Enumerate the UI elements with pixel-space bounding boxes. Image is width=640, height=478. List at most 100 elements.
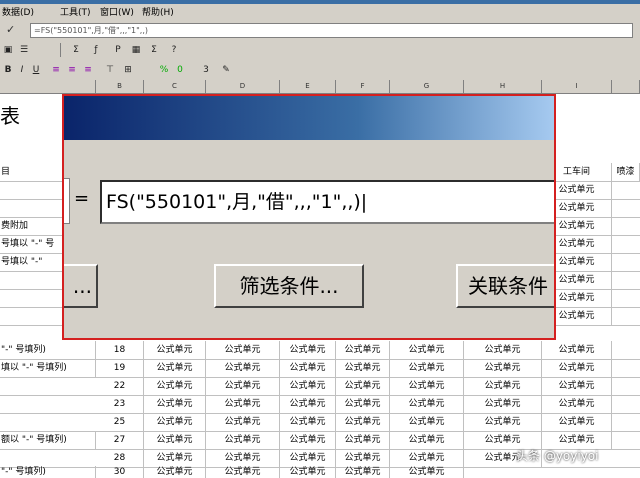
formula-input[interactable]: FS("550101",月,"借",,,"1",,)| [100,180,554,224]
bold-button[interactable]: B [2,63,14,77]
column-header[interactable]: D [206,80,280,93]
formula-cell[interactable]: 公式单元 [280,359,336,377]
column-header[interactable]: G [390,80,464,93]
formula-cell[interactable]: 公式单元 [206,377,280,395]
formula-cell[interactable]: 公式单元 [336,359,390,377]
formula-cell[interactable]: 公式单元 [280,395,336,413]
formula-cell[interactable]: 公式单元 [336,395,390,413]
format-painter-icon[interactable]: ✎ [220,63,232,77]
column-header[interactable]: I [542,80,612,93]
table-row[interactable]: 22 公式单元 公式单元 公式单元 公式单元 公式单元 公式单元 公式单元 [0,377,640,396]
row-number: 19 [96,359,144,377]
menu-window[interactable]: 窗口(W) [100,5,134,18]
column-header[interactable]: B [96,80,144,93]
menu-data[interactable]: 数据(D) [2,5,34,18]
formula-cell[interactable]: 公式单元 [542,413,612,431]
formula-cell[interactable]: 公式单元 [144,449,206,467]
formula-cell[interactable]: 公式单元 [144,341,206,359]
formula-cell[interactable]: 公式单元 [144,359,206,377]
formula-cell[interactable]: 公式单元 [206,431,280,449]
formula-cell[interactable]: 公式单元 [336,413,390,431]
help-pointer-icon[interactable]: ? [168,43,180,57]
dialog-title-bar[interactable] [64,96,554,140]
formula-cell[interactable]: 公式单元 [144,431,206,449]
formula-cell[interactable]: 公式单元 [390,466,464,478]
formula-cell[interactable]: 公式单元 [336,377,390,395]
formula-cell[interactable]: 公式单元 [336,341,390,359]
formula-field[interactable]: =FS("550101",月,"借",,,"1",,) [30,23,633,38]
sheet-title: 表 [0,104,20,128]
toolbar-sum-button[interactable]: Σ [70,43,82,57]
formula-cell[interactable]: 公式单元 [206,466,280,478]
formula-cell[interactable]: 公式单元 [280,431,336,449]
formula-cell[interactable]: 公式单元 [144,395,206,413]
formula-cell[interactable]: 公式单元 [390,359,464,377]
toolbar-sigma-button[interactable]: Σ [148,43,160,57]
table-row[interactable]: 25 公式单元 公式单元 公式单元 公式单元 公式单元 公式单元 公式单元 [0,413,640,432]
formula-cell[interactable]: 公式单元 [280,466,336,478]
formula-cell[interactable]: 公式单元 [542,377,612,395]
toolbar-text-icon[interactable]: ☰ [18,43,30,57]
column-header[interactable]: H [464,80,542,93]
table-row[interactable]: "-" 号填列) 18 公式单元 公式单元 公式单元 公式单元 公式单元 公式单… [0,341,640,360]
formula-cell[interactable]: 公式单元 [464,377,542,395]
formula-cell[interactable]: 公式单元 [464,395,542,413]
header-cell[interactable]: 喷漆 [612,163,640,181]
merge-cells-icon[interactable]: ⊤ [104,63,116,77]
column-header-a[interactable] [0,80,96,93]
formula-cell[interactable]: 公式单元 [144,466,206,478]
formula-cell[interactable]: 公式单元 [280,341,336,359]
toolbar-sheet-icon[interactable]: ▣ [2,43,14,57]
formula-cell[interactable]: 公式单元 [206,341,280,359]
formula-cell[interactable]: 公式单元 [390,395,464,413]
align-center-icon[interactable]: ≡ [66,63,78,77]
percent-button[interactable]: % [158,63,170,77]
formula-cell[interactable]: 公式单元 [542,359,612,377]
column-header[interactable]: F [336,80,390,93]
formula-cell[interactable]: 公式单元 [390,413,464,431]
formula-cell[interactable]: 公式单元 [144,413,206,431]
formula-cell[interactable]: 公式单元 [390,431,464,449]
formula-cell[interactable]: 公式单元 [464,341,542,359]
formula-cell[interactable]: 公式单元 [206,395,280,413]
formula-cell[interactable]: 公式单元 [390,341,464,359]
border-icon[interactable]: ⊞ [122,63,134,77]
formula-cell[interactable]: 公式单元 [542,395,612,413]
table-row[interactable]: 23 公式单元 公式单元 公式单元 公式单元 公式单元 公式单元 公式单元 [0,395,640,414]
align-left-icon[interactable]: ≡ [50,63,62,77]
formula-cell[interactable]: 公式单元 [206,449,280,467]
column-header[interactable]: E [280,80,336,93]
formula-cell[interactable]: 公式单元 [542,341,612,359]
formula-cell[interactable]: 公式单元 [464,359,542,377]
decrease-decimal-button[interactable]: 3 [200,63,212,77]
ellipsis-button[interactable]: ... [64,264,98,308]
relation-conditions-button[interactable]: 关联条件 [456,264,554,308]
align-right-icon[interactable]: ≡ [82,63,94,77]
formula-cell[interactable]: 公式单元 [280,377,336,395]
table-row[interactable]: 填以 "-" 号填列) 19 公式单元 公式单元 公式单元 公式单元 公式单元 … [0,359,640,378]
menu-help[interactable]: 帮助(H) [142,5,174,18]
menu-tools[interactable]: 工具(T) [60,5,91,18]
italic-button[interactable]: I [16,63,28,77]
toolbar-function-button[interactable]: ƒ [90,43,102,57]
formula-cell[interactable]: 公式单元 [280,413,336,431]
table-row[interactable]: "-" 号填列) 30 公式单元 公式单元 公式单元 公式单元 公式单元 [0,466,640,478]
formula-cell[interactable]: 公式单元 [206,413,280,431]
formula-cell[interactable]: 公式单元 [390,377,464,395]
column-header[interactable]: C [144,80,206,93]
formula-cell[interactable]: 公式单元 [144,377,206,395]
toolbar-chart-icon[interactable]: ▦ [130,43,142,57]
formula-cell[interactable]: 公式单元 [390,449,464,467]
underline-button[interactable]: U [30,63,42,77]
formula-cell[interactable]: 公式单元 [336,466,390,478]
decimal-button[interactable]: 0 [174,63,186,77]
toolbar-print-button[interactable]: P [112,43,124,57]
formula-cell[interactable]: 公式单元 [336,449,390,467]
filter-conditions-button[interactable]: 筛选条件... [214,264,364,308]
formula-cell[interactable]: 公式单元 [336,431,390,449]
formula-cell[interactable]: 公式单元 [464,413,542,431]
formula-cell[interactable]: 公式单元 [206,359,280,377]
confirm-check-icon[interactable]: ✓ [6,23,15,36]
column-header-j[interactable] [612,80,640,93]
formula-cell[interactable]: 公式单元 [280,449,336,467]
